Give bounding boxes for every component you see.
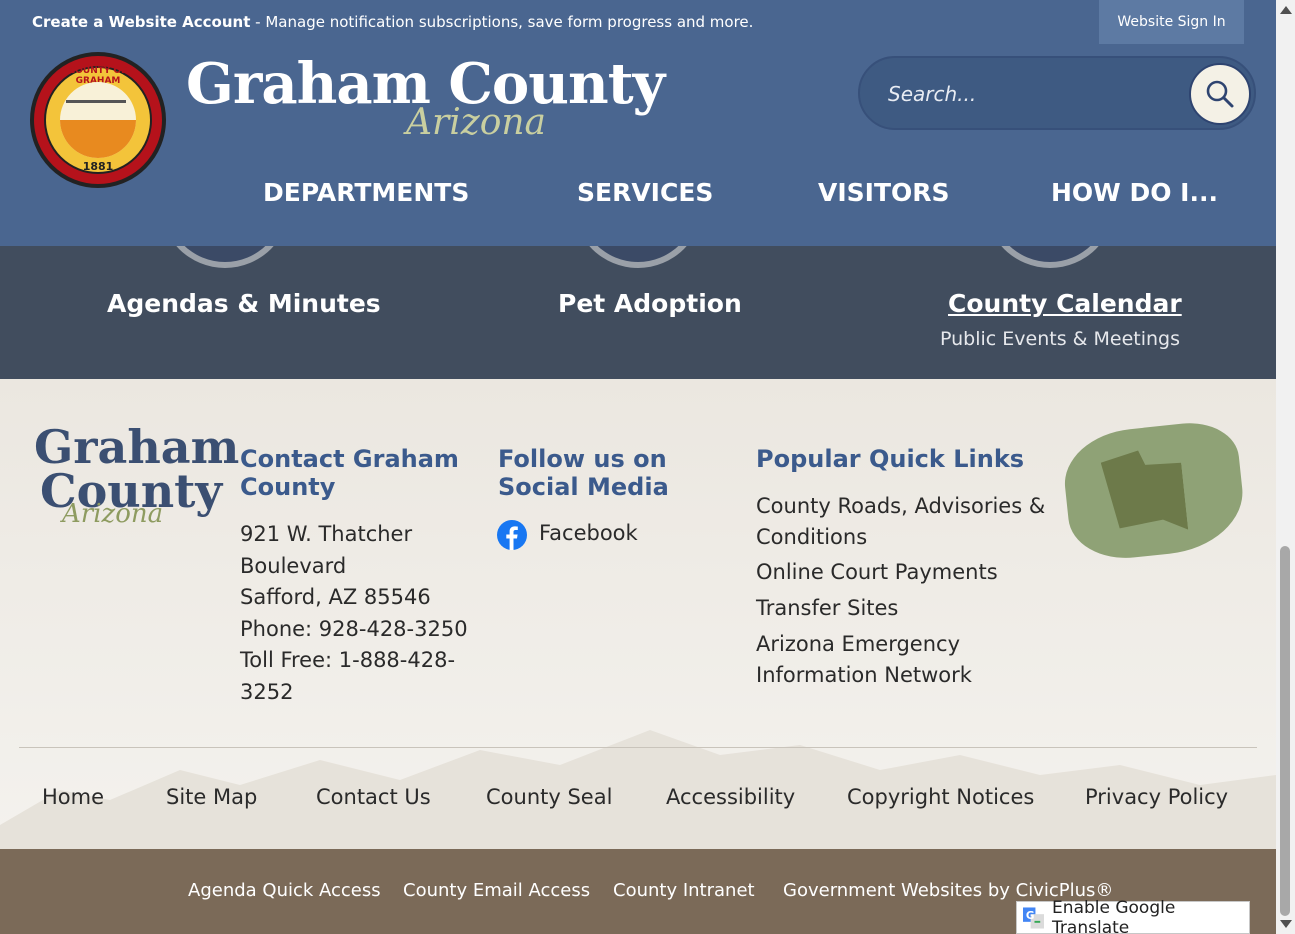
contact-tollfree-cont: 3252 [240, 679, 294, 704]
pet-adoption-link[interactable]: Pet Adoption [558, 289, 742, 318]
contact-line: Boulevard [240, 553, 347, 578]
contact-phone: Phone: 928-428-3250 [240, 616, 468, 641]
search-box [858, 56, 1256, 130]
svg-text:G: G [1026, 909, 1035, 921]
nav-how-do-i[interactable]: HOW DO I... [1051, 178, 1218, 207]
footer-link-home[interactable]: Home [42, 785, 104, 809]
seal-mountain [66, 100, 126, 120]
quicklink-transfer-sites[interactable]: Transfer Sites [756, 593, 898, 624]
site-brand[interactable]: Graham County Arizona [186, 52, 665, 143]
scroll-down-arrow-icon[interactable] [1280, 920, 1292, 928]
contact-heading: Contact Graham County [240, 445, 459, 501]
footer-link-privacy[interactable]: Privacy Policy [1085, 785, 1228, 809]
scroll-up-arrow-icon[interactable] [1280, 6, 1292, 14]
create-account-text: - Manage notification subscriptions, sav… [250, 13, 754, 31]
brand-state: Arizona [406, 102, 547, 143]
footer-link-copyright[interactable]: Copyright Notices [847, 785, 1034, 809]
county-map-land [1100, 446, 1188, 538]
footer-link-county-seal[interactable]: County Seal [486, 785, 612, 809]
quicklinks-heading: Popular Quick Links [756, 445, 1025, 473]
agenda-quick-access-link[interactable]: Agenda Quick Access [188, 880, 381, 901]
site-header: COUNTY OF GRAHAM 1881 Graham County Ariz… [0, 44, 1276, 246]
nav-departments[interactable]: DEPARTMENTS [263, 178, 469, 207]
vertical-scrollbar[interactable] [1276, 0, 1295, 934]
create-account-message[interactable]: Create a Website Account - Manage notifi… [32, 13, 753, 31]
contact-line: 921 W. Thatcher [240, 522, 413, 546]
quicklink-county-roads[interactable]: County Roads, Advisories & [756, 491, 1045, 522]
quick-access-band: Agendas & Minutes Pet Adoption County Ca… [0, 176, 1276, 379]
google-translate-label: Enable Google Translate [1052, 897, 1176, 934]
quicklink-emergency-info-cont[interactable]: Information Network [756, 660, 972, 691]
footer-link-accessibility[interactable]: Accessibility [666, 785, 795, 809]
contact-line: Safford, AZ 85546 [240, 585, 431, 609]
search-icon [1206, 80, 1234, 108]
google-translate-icon: G [1023, 906, 1045, 929]
seal-fire [60, 120, 136, 158]
agendas-minutes-link[interactable]: Agendas & Minutes [107, 289, 381, 318]
search-input[interactable] [888, 76, 1168, 112]
county-email-access-link[interactable]: County Email Access [403, 880, 590, 901]
facebook-icon[interactable] [497, 520, 527, 554]
footer-logo-line1: Graham [34, 420, 240, 474]
quicklink-court-payments[interactable]: Online Court Payments [756, 557, 998, 588]
contact-tollfree: Toll Free: 1-888-428- [240, 648, 456, 672]
footer-link-site-map[interactable]: Site Map [166, 785, 257, 809]
top-notification-bar: Create a Website Account - Manage notifi… [0, 0, 1276, 44]
county-calendar-subtitle: Public Events & Meetings [940, 328, 1180, 350]
seal-center [60, 82, 136, 158]
footer-logo-line3: Arizona [62, 499, 164, 529]
social-heading: Follow us on Social Media [498, 445, 669, 501]
quicklink-emergency-info[interactable]: Arizona Emergency [756, 629, 960, 660]
search-button[interactable] [1189, 63, 1251, 125]
scrollbar-thumb[interactable] [1280, 546, 1290, 916]
county-intranet-link[interactable]: County Intranet [613, 880, 755, 901]
footer-logo[interactable]: Graham County Arizona [34, 420, 240, 529]
create-account-link[interactable]: Create a Website Account [32, 13, 250, 31]
contact-info: 921 W. Thatcher Boulevard Safford, AZ 85… [240, 519, 468, 708]
footer-divider [19, 747, 1257, 748]
county-calendar-link[interactable]: County Calendar [948, 289, 1182, 318]
google-translate-button[interactable]: G Enable Google Translate [1016, 897, 1250, 934]
quicklink-county-roads-cont[interactable]: Conditions [756, 522, 867, 553]
footer-link-contact-us[interactable]: Contact Us [316, 785, 431, 809]
facebook-link[interactable]: Facebook [539, 518, 638, 549]
nav-visitors[interactable]: VISITORS [818, 178, 950, 207]
nav-services[interactable]: SERVICES [577, 178, 713, 207]
seal-year: 1881 [82, 160, 114, 173]
county-seal-logo[interactable]: COUNTY OF GRAHAM 1881 [30, 52, 166, 188]
county-map-image [1059, 418, 1249, 564]
website-sign-in-button[interactable]: Website Sign In [1099, 0, 1244, 44]
